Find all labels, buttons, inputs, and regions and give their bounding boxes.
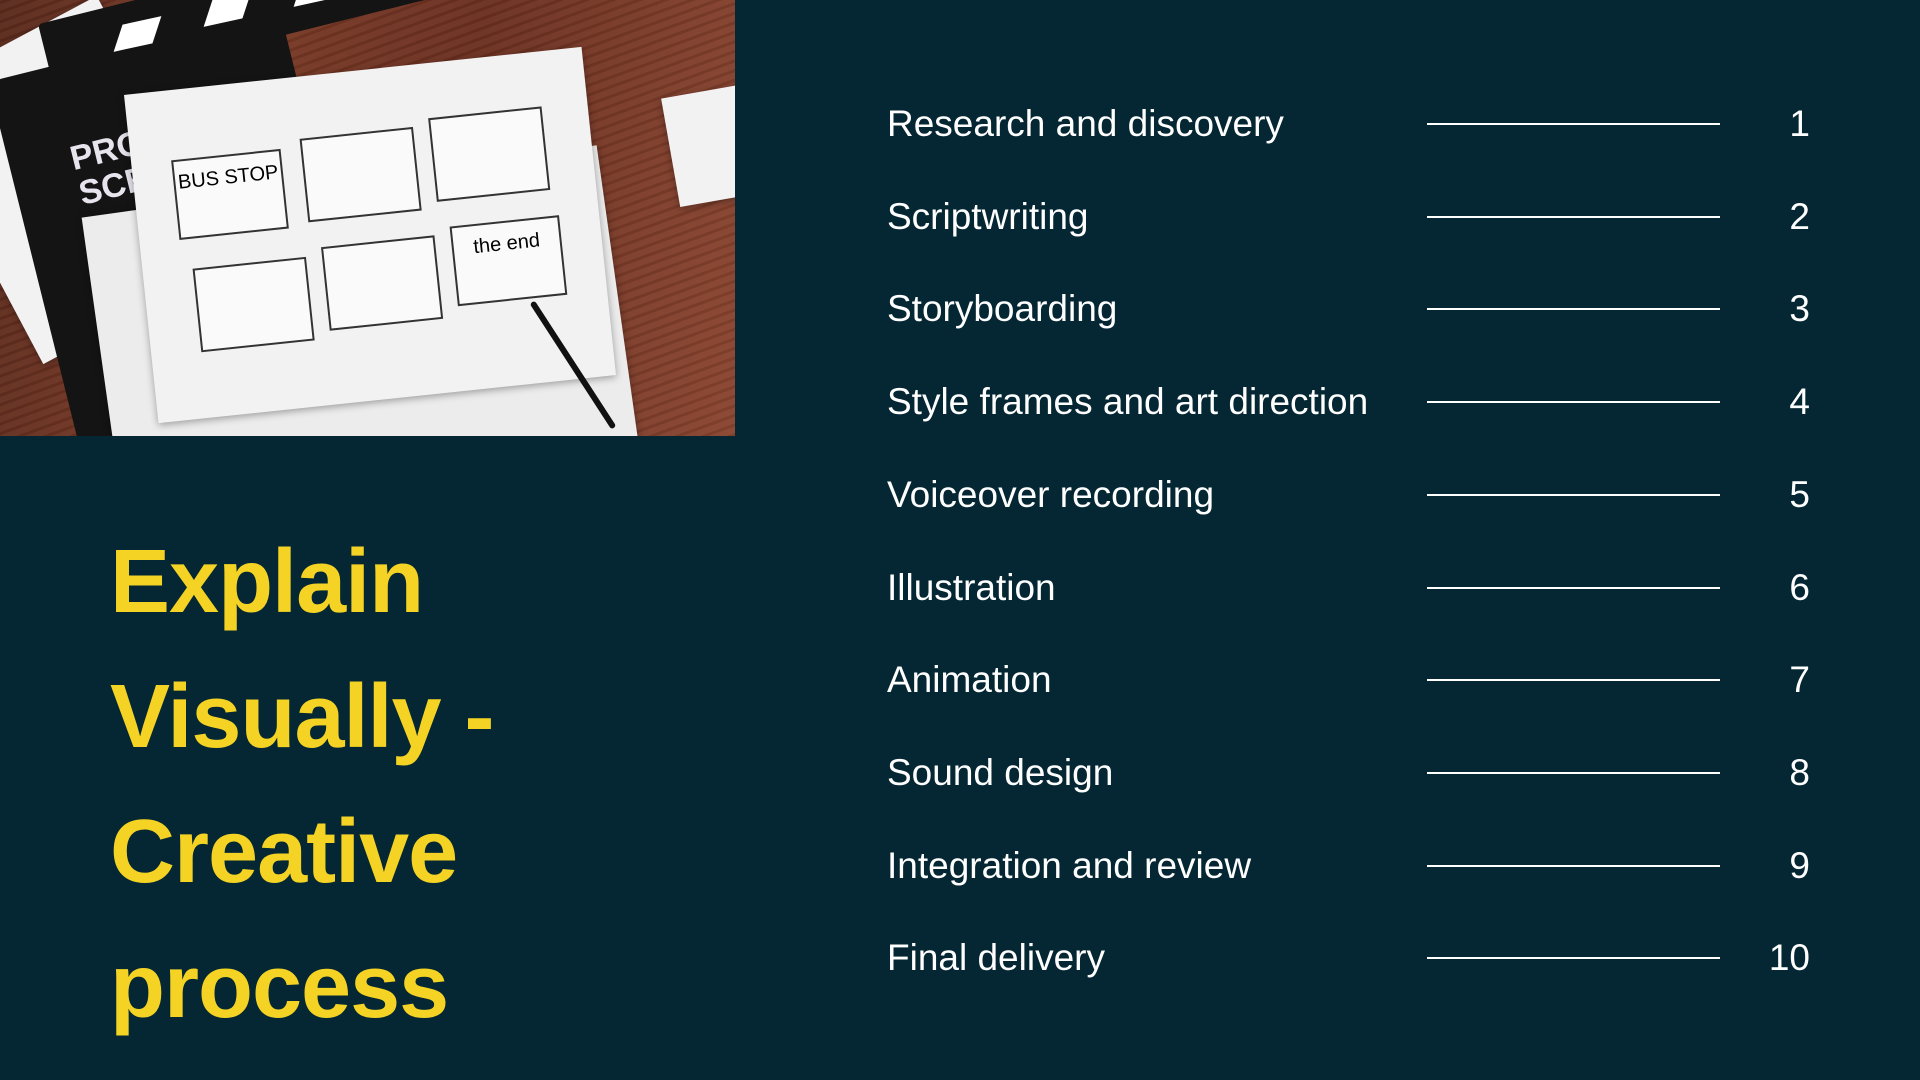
divider-line <box>1427 587 1720 589</box>
item-label: Integration and review <box>887 845 1252 886</box>
item-number: 5 <box>1789 474 1810 515</box>
item-number: 2 <box>1789 196 1810 237</box>
item-label: Voiceover recording <box>887 474 1215 515</box>
divider-line <box>1427 401 1720 403</box>
item-label: Sound design <box>887 752 1114 793</box>
item-label: Illustration <box>887 567 1056 608</box>
item-number: 8 <box>1789 752 1810 793</box>
list-item: Sound design 8 <box>887 743 1810 803</box>
item-label: Final delivery <box>887 937 1105 978</box>
storyboard-frame: the end <box>449 215 568 307</box>
list-item: Integration and review 9 <box>887 836 1810 896</box>
divider-line <box>1427 772 1720 774</box>
divider-line <box>1427 494 1720 496</box>
item-label: Style frames and art direction <box>887 381 1369 422</box>
slide-title: Explain Visually - Creative process <box>110 532 495 1037</box>
divider-line <box>1427 957 1720 959</box>
item-number: 3 <box>1789 288 1810 329</box>
list-item: Research and discovery 1 <box>887 94 1810 154</box>
item-label: Animation <box>887 659 1052 700</box>
item-number: 7 <box>1789 659 1810 700</box>
item-number: 1 <box>1789 103 1810 144</box>
storyboard-sheet: BUS STOP the end <box>124 46 616 424</box>
list-item: Final delivery 10 <box>887 928 1810 988</box>
list-item: Voiceover recording 5 <box>887 465 1810 525</box>
item-number: 6 <box>1789 567 1810 608</box>
divider-line <box>1427 216 1720 218</box>
item-label: Research and discovery <box>887 103 1284 144</box>
list-item: Illustration 6 <box>887 558 1810 618</box>
divider-line <box>1427 308 1720 310</box>
item-number: 10 <box>1768 937 1810 978</box>
list-item: Animation 7 <box>887 650 1810 710</box>
item-label: Storyboarding <box>887 288 1118 329</box>
storyboard-photo: PROD SCENE BUS STOP the end <box>0 0 735 436</box>
item-label: Scriptwriting <box>887 196 1089 237</box>
divider-line <box>1427 865 1720 867</box>
list-item: Style frames and art direction 4 <box>887 372 1810 432</box>
item-number: 9 <box>1789 845 1810 886</box>
storyboard-frame <box>321 235 444 331</box>
list-item: Scriptwriting 2 <box>887 187 1810 247</box>
storyboard-frame <box>299 126 422 223</box>
divider-line <box>1427 679 1720 681</box>
storyboard-frame: BUS STOP <box>171 148 289 240</box>
list-item: Storyboarding 3 <box>887 279 1810 339</box>
item-number: 4 <box>1789 381 1810 422</box>
divider-line <box>1427 123 1720 125</box>
storyboard-frame <box>428 106 551 202</box>
storyboard-frame <box>192 256 315 353</box>
